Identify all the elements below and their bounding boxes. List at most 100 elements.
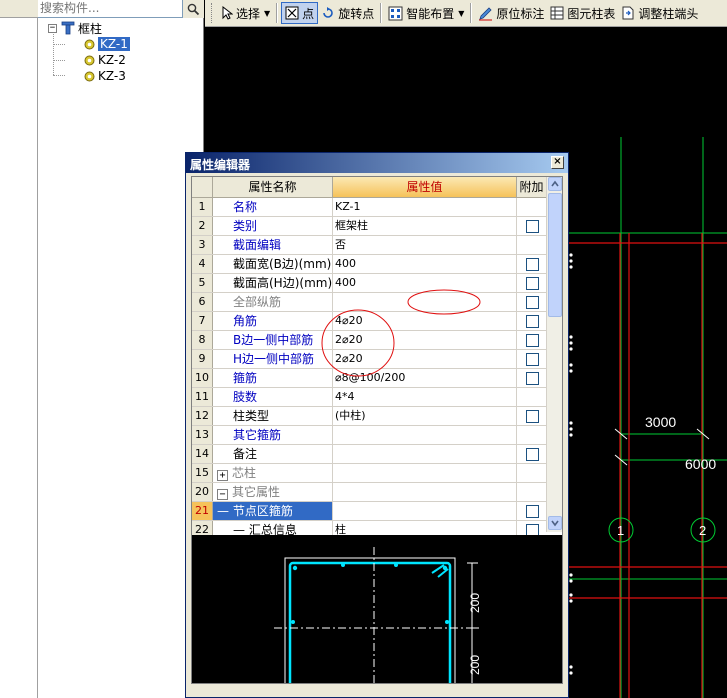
- toolbar-grip[interactable]: [211, 3, 214, 23]
- tree-item-kz-2[interactable]: KZ-2: [82, 52, 126, 68]
- select-button[interactable]: 选择 ▼: [218, 2, 273, 24]
- property-row[interactable]: 12 柱类型 (中柱): [192, 407, 547, 426]
- property-value-field[interactable]: [333, 445, 517, 463]
- property-row[interactable]: 13 其它箍筋: [192, 426, 547, 445]
- tree-collapse-toggle[interactable]: −: [48, 23, 57, 33]
- property-name-text: 其它箍筋: [233, 428, 282, 442]
- tree-node-frame-column[interactable]: − 框柱: [48, 20, 102, 36]
- rotate-point-button[interactable]: 旋转点: [318, 2, 377, 24]
- smart-layout-button[interactable]: 智能布置 ▼: [385, 2, 467, 24]
- close-icon: ×: [553, 156, 562, 167]
- toolbar-separator: [276, 3, 279, 23]
- dimension-6000: 6000: [685, 456, 716, 472]
- row-number-header: [192, 177, 213, 198]
- property-name-text: 备注: [233, 447, 258, 461]
- section-preview-drawing: 200 200: [274, 547, 482, 683]
- tree-item-kz-1[interactable]: KZ-1: [82, 36, 130, 52]
- property-row[interactable]: 5 截面高(H边)(mm) 400: [192, 274, 547, 293]
- adjust-column-end-button[interactable]: 调整柱端头: [618, 2, 701, 24]
- property-value-field[interactable]: KZ-1: [333, 198, 517, 216]
- property-value-field[interactable]: 否: [333, 236, 517, 254]
- property-value-field[interactable]: (中柱): [333, 407, 517, 425]
- property-row[interactable]: 6 全部纵筋: [192, 293, 547, 312]
- chevron-down-icon: ▼: [458, 8, 465, 18]
- property-row[interactable]: 1 名称 KZ-1: [192, 198, 547, 217]
- collapse-icon[interactable]: −: [217, 489, 228, 500]
- close-button[interactable]: ×: [551, 156, 564, 169]
- property-name-text: 截面高(H边)(mm): [233, 276, 333, 290]
- column-header-name[interactable]: 属性名称: [213, 177, 333, 198]
- property-value-field[interactable]: [333, 426, 517, 444]
- search-input[interactable]: [40, 0, 178, 16]
- extra-checkbox[interactable]: [525, 219, 539, 233]
- extra-checkbox[interactable]: [525, 295, 539, 309]
- property-scrollbar[interactable]: [546, 177, 562, 532]
- property-value-field[interactable]: 4⌀20: [333, 312, 517, 330]
- property-name: — 节点区箍筋: [213, 502, 333, 520]
- expand-icon[interactable]: +: [217, 470, 228, 481]
- extra-checkbox[interactable]: [525, 371, 539, 385]
- property-name: 其它箍筋: [213, 426, 333, 444]
- property-row[interactable]: 4 截面宽(B边)(mm) 400: [192, 255, 547, 274]
- property-name-text: 截面宽(B边)(mm): [233, 257, 332, 271]
- property-row[interactable]: 14 备注: [192, 445, 547, 464]
- in-situ-mark-button[interactable]: 原位标注: [475, 2, 547, 24]
- point-button[interactable]: 点: [281, 2, 319, 24]
- extra-checkbox[interactable]: [525, 314, 539, 328]
- property-name: − 其它属性: [213, 483, 333, 501]
- property-name: 肢数: [213, 388, 333, 406]
- property-value-field[interactable]: ⌀8@100/200: [333, 369, 517, 387]
- property-row[interactable]: 7 角筋 4⌀20: [192, 312, 547, 331]
- column-edge-marks: [569, 253, 573, 675]
- property-row[interactable]: 15 + 芯柱: [192, 464, 547, 483]
- property-name-text: B边一侧中部筋: [233, 333, 314, 347]
- property-value-field[interactable]: 4*4: [333, 388, 517, 406]
- property-value-field[interactable]: 400: [333, 255, 517, 273]
- property-value-field[interactable]: [333, 293, 517, 311]
- property-value-field[interactable]: [333, 464, 517, 482]
- tree-item-kz-3[interactable]: KZ-3: [82, 68, 126, 84]
- extra-checkbox[interactable]: [525, 333, 539, 347]
- adjust-end-icon: [622, 6, 634, 20]
- extra-checkbox[interactable]: [525, 257, 539, 271]
- property-row[interactable]: 3 截面编辑 否: [192, 236, 547, 255]
- extra-checkbox[interactable]: [525, 409, 539, 423]
- property-value-field[interactable]: 400: [333, 274, 517, 292]
- scroll-up-button[interactable]: [548, 177, 562, 191]
- extra-cell: [517, 350, 547, 368]
- property-value-field[interactable]: 框架柱: [333, 217, 517, 235]
- column-header-value[interactable]: 属性值: [333, 177, 517, 198]
- cursor-arrow-icon: [222, 6, 233, 20]
- property-value-field[interactable]: 2⌀20: [333, 331, 517, 349]
- extra-cell: [517, 388, 547, 406]
- column-header-extra[interactable]: 附加: [517, 177, 547, 198]
- chevron-up-icon: [551, 180, 559, 187]
- property-row[interactable]: 9 H边一侧中部筋 2⌀20: [192, 350, 547, 369]
- extra-checkbox[interactable]: [525, 504, 539, 518]
- property-value-field[interactable]: 2⌀20: [333, 350, 517, 368]
- property-editor-title[interactable]: 属性编辑器: [186, 153, 568, 173]
- extra-checkbox[interactable]: [525, 447, 539, 461]
- scroll-thumb[interactable]: [548, 193, 562, 317]
- column-table-button[interactable]: 图元柱表: [547, 2, 618, 24]
- property-row[interactable]: 21 — 节点区箍筋: [192, 502, 547, 521]
- property-row[interactable]: 20− 其它属性: [192, 483, 547, 502]
- property-name: + 芯柱: [213, 464, 333, 482]
- property-row[interactable]: 10 箍筋 ⌀8@100/200: [192, 369, 547, 388]
- property-row[interactable]: 8 B边一侧中部筋 2⌀20: [192, 331, 547, 350]
- property-value-field[interactable]: [333, 483, 517, 501]
- row-number: 11: [192, 388, 213, 406]
- select-label: 选择: [236, 6, 261, 21]
- extra-checkbox[interactable]: [525, 276, 539, 290]
- scroll-down-button[interactable]: [548, 516, 562, 530]
- property-row[interactable]: 11 肢数 4*4: [192, 388, 547, 407]
- chevron-down-icon: ▼: [264, 8, 271, 18]
- property-rows: 1 名称 KZ-1 2 类别 框架柱 3 截面编辑 否 4 截面宽(B边)(mm) 400 5 截面高(H…: [192, 198, 547, 540]
- extra-checkbox[interactable]: [525, 352, 539, 366]
- extra-cell: [517, 464, 547, 482]
- property-row[interactable]: 2 类别 框架柱: [192, 217, 547, 236]
- search-button[interactable]: [182, 0, 204, 18]
- property-value-field[interactable]: [333, 502, 517, 520]
- preview-dimension-200: 200: [468, 593, 482, 613]
- property-name-text: 其它属性: [232, 485, 281, 499]
